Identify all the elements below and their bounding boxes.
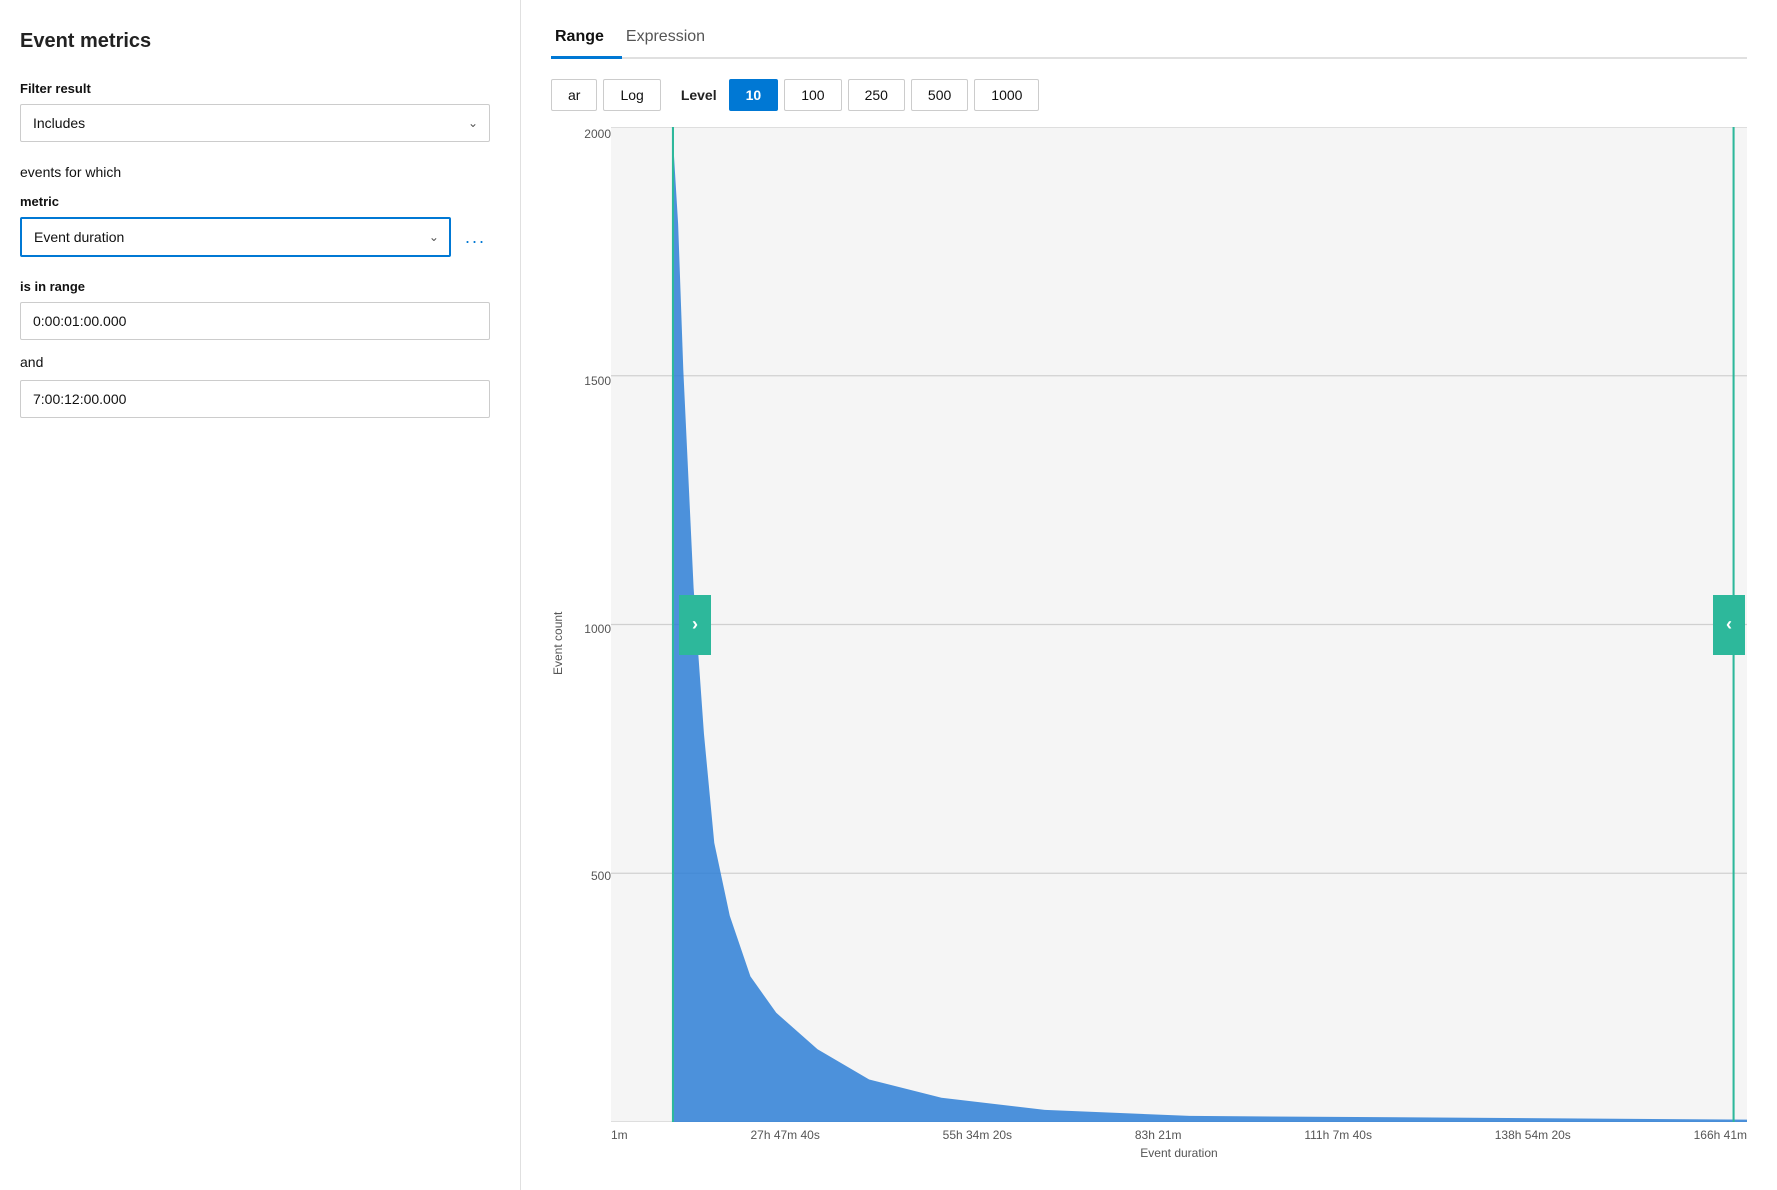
x-tick-55h: 55h 34m 20s <box>943 1128 1012 1142</box>
filter-result-section: Filter result Includes Excludes ⌄ <box>20 81 490 142</box>
left-panel: Event metrics Filter result Includes Exc… <box>0 0 520 1190</box>
x-tick-27h: 27h 47m 40s <box>750 1128 819 1142</box>
right-panel: Range Expression ar Log Level 10 100 250… <box>521 0 1777 1190</box>
metric-row: Event duration Event count ⌄ ... <box>20 217 490 257</box>
scale-log-button[interactable]: Log <box>603 79 660 111</box>
x-axis-row: 1m 27h 47m 40s 55h 34m 20s 83h 21m 111h … <box>611 1128 1747 1142</box>
and-label: and <box>20 354 490 370</box>
controls-row: ar Log Level 10 100 250 500 1000 <box>551 79 1747 111</box>
events-for-which-label: events for which <box>20 164 490 180</box>
panel-title: Event metrics <box>20 30 490 53</box>
y-axis-label: Event count <box>551 127 565 1160</box>
level-1000-button[interactable]: 1000 <box>974 79 1039 111</box>
range-handle-left-arrow: › <box>692 614 698 635</box>
metric-select[interactable]: Event duration Event count <box>20 217 451 257</box>
x-tick-166h: 166h 41m <box>1694 1128 1747 1142</box>
y-tick-2000: 2000 <box>584 127 611 141</box>
metric-dots-button[interactable]: ... <box>461 223 490 252</box>
filter-result-select[interactable]: Includes Excludes <box>20 104 490 142</box>
range-end-input[interactable] <box>20 380 490 418</box>
scale-ar-button[interactable]: ar <box>551 79 597 111</box>
is-in-range-label: is in range <box>20 279 490 294</box>
range-handle-left[interactable]: › <box>679 595 711 655</box>
level-label: Level <box>681 87 717 103</box>
y-tick-500: 500 <box>591 869 611 883</box>
chart-inner: Event count 2000 1500 1000 500 <box>551 127 1747 1160</box>
metric-select-wrapper: Event duration Event count ⌄ <box>20 217 451 257</box>
tab-expression[interactable]: Expression <box>622 20 723 59</box>
level-250-button[interactable]: 250 <box>848 79 905 111</box>
x-axis-label: Event duration <box>611 1146 1747 1160</box>
tabs-row: Range Expression <box>551 20 1747 59</box>
tab-range[interactable]: Range <box>551 20 622 59</box>
level-500-button[interactable]: 500 <box>911 79 968 111</box>
x-tick-111h: 111h 7m 40s <box>1304 1128 1372 1142</box>
range-section: is in range <box>20 279 490 344</box>
chart-container: Event count 2000 1500 1000 500 <box>551 127 1747 1160</box>
x-tick-138h: 138h 54m 20s <box>1495 1128 1571 1142</box>
chart-svg <box>611 127 1747 1122</box>
level-10-button[interactable]: 10 <box>729 79 779 111</box>
y-axis-ticks: 2000 1500 1000 500 <box>571 127 611 1160</box>
level-100-button[interactable]: 100 <box>784 79 841 111</box>
y-tick-1000: 1000 <box>584 622 611 636</box>
range-handle-right[interactable]: ‹ <box>1713 595 1745 655</box>
chart-plot-area: › ‹ <box>611 127 1747 1122</box>
metric-label: metric <box>20 194 490 209</box>
y-tick-1500: 1500 <box>584 374 611 388</box>
x-tick-83h: 83h 21m <box>1135 1128 1182 1142</box>
range-end-section <box>20 380 490 422</box>
range-handle-right-arrow: ‹ <box>1726 614 1732 635</box>
filter-result-select-wrapper: Includes Excludes ⌄ <box>20 104 490 142</box>
x-tick-1m: 1m <box>611 1128 628 1142</box>
range-start-input[interactable] <box>20 302 490 340</box>
filter-result-label: Filter result <box>20 81 490 96</box>
metric-section: metric Event duration Event count ⌄ ... <box>20 194 490 257</box>
